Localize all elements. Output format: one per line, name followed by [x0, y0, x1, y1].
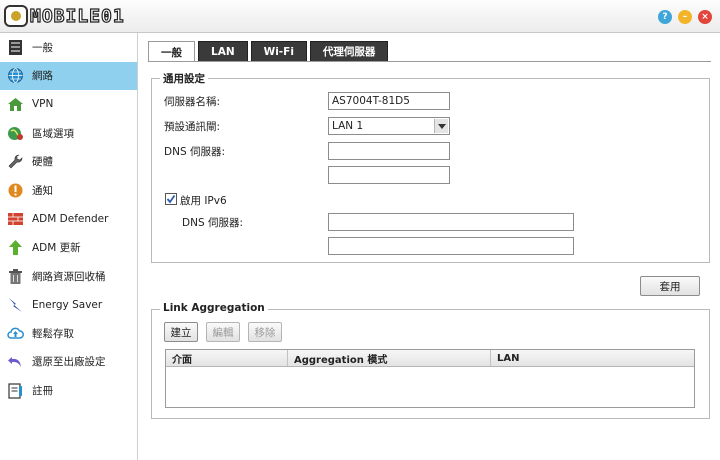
link-aggregation-group: Link Aggregation 建立 編輯 移除 介面 Aggregation…	[151, 302, 710, 419]
aggregation-table: 介面 Aggregation 模式 LAN	[165, 349, 695, 408]
ipv6-dns-label: DNS 伺服器:	[182, 217, 243, 229]
title-bar: MOBILE01 ? – ×	[0, 0, 720, 33]
apply-button[interactable]: 套用	[640, 276, 700, 296]
close-button[interactable]: ×	[698, 10, 712, 24]
register-icon	[7, 382, 24, 399]
tab-general[interactable]: 一般	[148, 41, 195, 62]
gateway-label: 預設通訊閘:	[164, 121, 221, 133]
sidebar-item-registration[interactable]: 註冊	[0, 376, 137, 405]
wrench-icon	[7, 153, 24, 170]
sidebar-item-hardware[interactable]: 硬體	[0, 147, 137, 176]
undo-icon	[7, 353, 24, 370]
dns-server-2-input[interactable]	[328, 166, 450, 184]
help-button[interactable]: ?	[658, 10, 672, 24]
chevron-down-icon[interactable]	[434, 119, 448, 133]
tab-bar: 一般 LAN Wi-Fi 代理伺服器	[148, 41, 389, 62]
dns-label: DNS 伺服器:	[164, 146, 225, 158]
server-name-input[interactable]: AS7004T-81D5	[328, 92, 450, 110]
column-header-interface[interactable]: 介面	[166, 350, 288, 366]
sidebar-item-general[interactable]: 一般	[0, 33, 137, 62]
sidebar-item-label: 輕鬆存取	[32, 327, 74, 340]
firewall-icon	[7, 210, 24, 227]
region-map-icon	[7, 125, 24, 142]
alert-icon	[7, 182, 24, 199]
sidebar-item-adm-defender[interactable]: ADM Defender	[0, 205, 137, 234]
server-icon	[7, 39, 24, 56]
window-controls: ? – ×	[658, 10, 712, 24]
tab-proxy[interactable]: 代理伺服器	[309, 41, 389, 61]
sidebar-item-label: 網路資源回收桶	[32, 270, 106, 283]
table-header: 介面 Aggregation 模式 LAN	[166, 350, 694, 367]
general-settings-title: 通用設定	[160, 71, 208, 86]
sidebar-item-label: 硬體	[32, 156, 53, 169]
main-panel: 一般 LAN Wi-Fi 代理伺服器 通用設定 伺服器名稱: AS7004T-8…	[138, 33, 720, 460]
globe-icon	[7, 67, 24, 84]
tab-wifi[interactable]: Wi-Fi	[250, 41, 307, 61]
general-settings-group: 通用設定 伺服器名稱: AS7004T-81D5 預設通訊閘: LAN 1 DN…	[151, 71, 710, 263]
sidebar-item-label: 一般	[32, 41, 53, 54]
sidebar-item-ez-connect[interactable]: 輕鬆存取	[0, 319, 137, 348]
sidebar-item-label: 通知	[32, 184, 53, 197]
link-aggregation-title: Link Aggregation	[160, 302, 268, 314]
create-button[interactable]: 建立	[164, 322, 198, 342]
column-header-lan[interactable]: LAN	[491, 350, 694, 366]
house-network-icon	[7, 96, 24, 113]
gateway-select[interactable]: LAN 1	[328, 117, 450, 135]
logo-text: MOBILE01	[29, 5, 125, 27]
dns-server-1-input[interactable]	[328, 142, 450, 160]
mobile01-logo: MOBILE01	[4, 3, 125, 29]
sidebar-item-label: 還原至出廠設定	[32, 356, 106, 369]
sidebar-item-vpn[interactable]: VPN	[0, 90, 137, 119]
sidebar-item-label: 註冊	[32, 384, 53, 397]
ipv6-dns-1-input[interactable]	[328, 213, 574, 231]
remove-button[interactable]: 移除	[248, 322, 282, 342]
trash-icon	[7, 268, 24, 285]
sidebar-item-network[interactable]: 網路	[0, 61, 137, 91]
sidebar-item-energy-saver[interactable]: Energy Saver	[0, 290, 137, 319]
ipv6-dns-2-input[interactable]	[328, 237, 574, 255]
sidebar-item-label: ADM Defender	[32, 212, 109, 225]
gateway-select-value: LAN 1	[332, 120, 364, 132]
sidebar-item-label: Energy Saver	[32, 298, 103, 311]
arrow-up-icon	[7, 239, 24, 256]
sidebar-item-label: 區域選項	[32, 127, 74, 140]
sidebar-item-adm-update[interactable]: ADM 更新	[0, 233, 137, 262]
column-header-aggregation-mode[interactable]: Aggregation 模式	[288, 350, 491, 366]
sidebar-item-factory-reset[interactable]: 還原至出廠設定	[0, 348, 137, 377]
server-name-label: 伺服器名稱:	[164, 96, 221, 108]
sidebar-item-label: 網路	[32, 70, 53, 83]
tab-lan[interactable]: LAN	[198, 41, 248, 61]
ipv6-enable-label: 啟用 IPv6	[180, 195, 227, 207]
sidebar-item-regional-options[interactable]: 區域選項	[0, 119, 137, 148]
minimize-button[interactable]: –	[678, 10, 692, 24]
sidebar-item-label: VPN	[32, 98, 54, 111]
logo-badge-icon	[4, 5, 28, 27]
lightning-icon	[7, 296, 24, 313]
tab-divider	[148, 61, 711, 62]
sidebar-item-recycle-bin[interactable]: 網路資源回收桶	[0, 262, 137, 291]
cloud-icon	[7, 325, 24, 342]
edit-button[interactable]: 編輯	[206, 322, 240, 342]
ipv6-checkbox[interactable]	[165, 193, 177, 205]
sidebar-item-notification[interactable]: 通知	[0, 176, 137, 205]
sidebar: 一般 網路 VPN 區域選項 硬體 通知 ADM Defender ADM 更新…	[0, 33, 138, 460]
sidebar-item-label: ADM 更新	[32, 241, 81, 254]
